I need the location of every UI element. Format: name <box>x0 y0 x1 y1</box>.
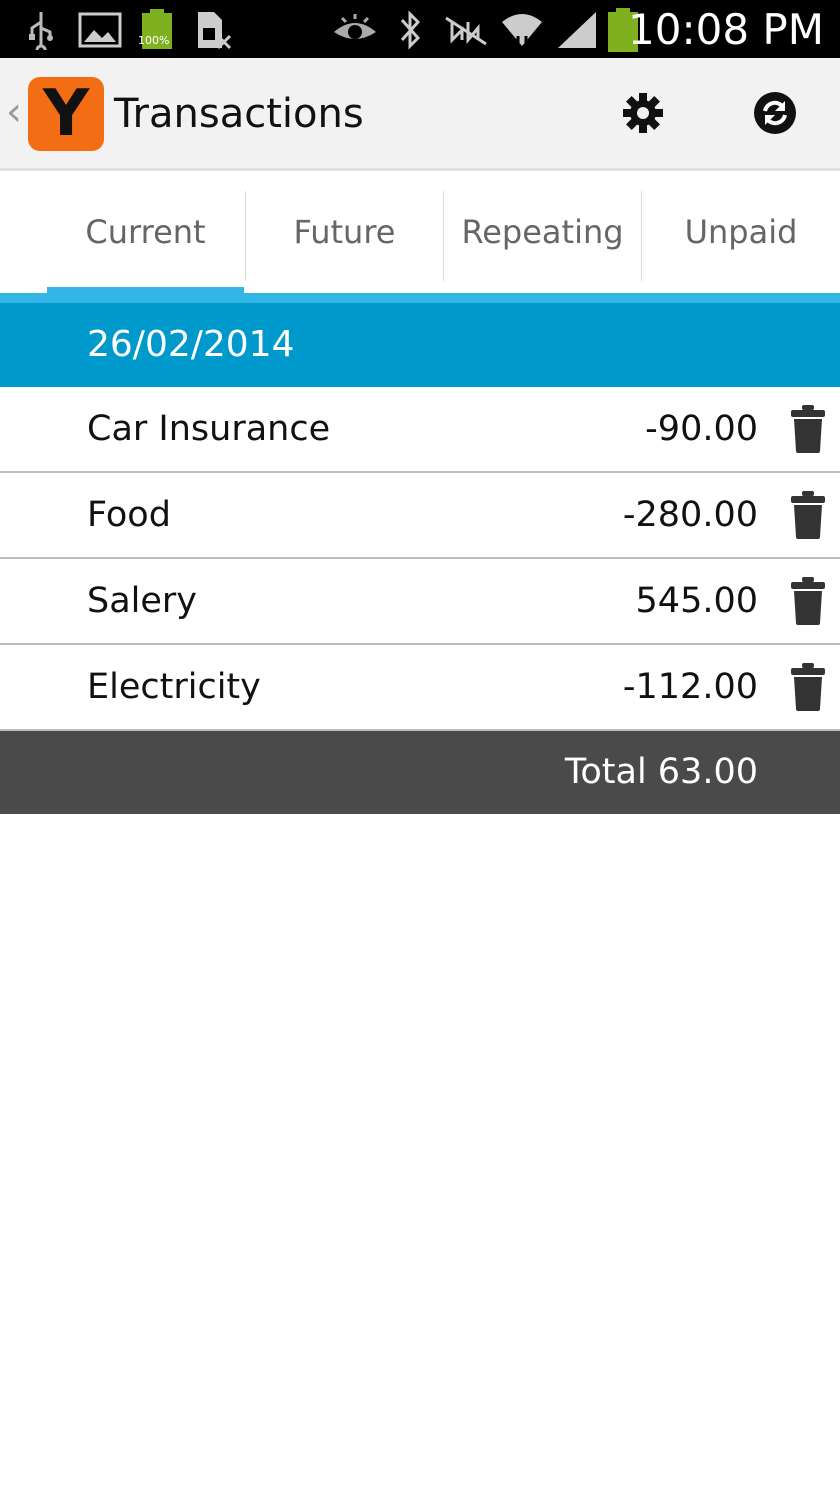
tab-bar: Current Future Repeating Unpaid <box>0 171 840 293</box>
app-logo[interactable]: Y <box>28 77 104 151</box>
tab-label: Future <box>293 213 396 251</box>
tab-current[interactable]: Current <box>47 171 244 293</box>
trash-icon[interactable] <box>790 491 826 539</box>
date-header: 26/02/2014 <box>0 303 840 387</box>
refresh-button[interactable] <box>750 88 800 138</box>
settings-button[interactable] <box>618 88 668 138</box>
transaction-name: Car Insurance <box>87 409 331 449</box>
transaction-row[interactable]: Car Insurance -90.00 <box>0 387 840 473</box>
clock: 10:08 PM <box>628 5 824 54</box>
status-bar: 100% 10:08 PM <box>0 0 840 58</box>
trash-icon[interactable] <box>790 405 826 453</box>
transaction-amount: -280.00 <box>622 495 758 535</box>
refresh-icon <box>754 92 796 134</box>
trash-icon[interactable] <box>790 577 826 625</box>
battery-percent-label: 100% <box>138 33 170 47</box>
tab-label: Repeating <box>461 213 624 251</box>
total-label: Total 63.00 <box>564 752 758 792</box>
tab-label: Current <box>85 213 206 251</box>
app-logo-letter: Y <box>42 77 90 151</box>
bluetooth-icon <box>396 10 424 50</box>
transaction-amount: 545.00 <box>635 581 758 621</box>
sim-icon <box>194 10 232 50</box>
action-bar: ‹ Y Transactions <box>0 58 840 171</box>
transaction-row[interactable]: Electricity -112.00 <box>0 645 840 731</box>
transaction-name: Food <box>87 495 171 535</box>
wifi-icon <box>500 10 544 50</box>
tab-label: Unpaid <box>684 213 798 251</box>
page-title: Transactions <box>114 91 364 137</box>
tab-repeating[interactable]: Repeating <box>444 171 641 293</box>
image-icon <box>78 10 122 50</box>
eye-icon <box>332 10 378 50</box>
transaction-name: Salery <box>87 581 198 621</box>
signal-icon <box>556 10 598 50</box>
transaction-name: Electricity <box>87 667 261 707</box>
chevron-left-icon[interactable]: ‹ <box>6 92 22 132</box>
date-label: 26/02/2014 <box>87 324 295 365</box>
tab-underline <box>0 293 840 303</box>
gear-icon <box>623 93 663 133</box>
transaction-row[interactable]: Salery 545.00 <box>0 559 840 645</box>
tab-future[interactable]: Future <box>246 171 443 293</box>
trash-icon[interactable] <box>790 663 826 711</box>
usb-icon <box>26 10 56 50</box>
transaction-row[interactable]: Food -280.00 <box>0 473 840 559</box>
transaction-amount: -112.00 <box>622 667 758 707</box>
nfc-muted-icon <box>442 10 490 50</box>
total-bar: Total 63.00 <box>0 731 840 814</box>
tab-unpaid[interactable]: Unpaid <box>642 171 840 293</box>
transaction-amount: -90.00 <box>645 409 758 449</box>
